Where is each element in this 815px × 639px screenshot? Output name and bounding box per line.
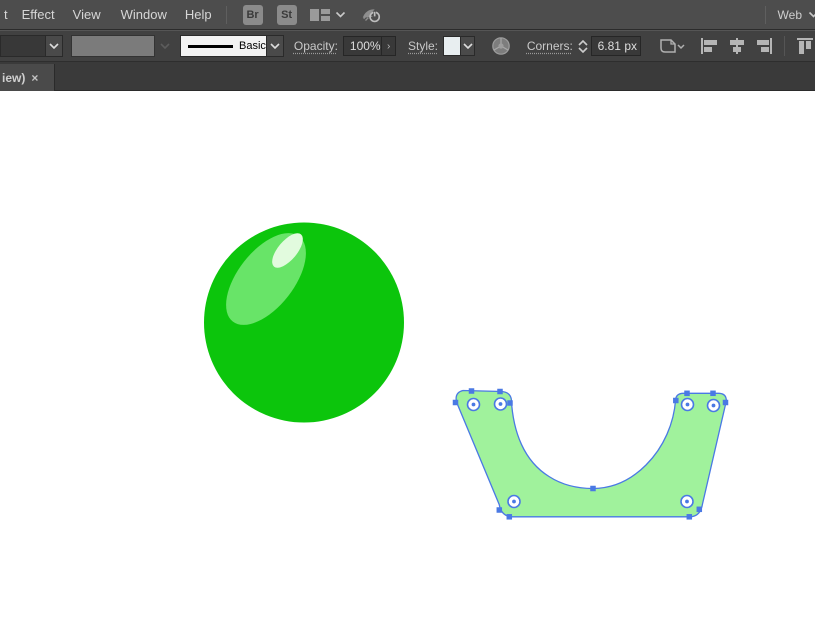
- menubar-separator-right: [765, 6, 766, 24]
- corners-input[interactable]: 6.81 px: [591, 36, 641, 56]
- workspace-switcher[interactable]: Web: [778, 8, 802, 22]
- anchor-point[interactable]: [497, 389, 503, 395]
- brush-name: Basic: [239, 40, 266, 52]
- brush-stroke-preview: [188, 45, 233, 48]
- document-tab-bar: iew) ×: [0, 62, 815, 91]
- style-label[interactable]: Style:: [408, 39, 438, 53]
- menu-bar: t Effect View Window Help Br St Web: [0, 0, 815, 30]
- artboard-canvas[interactable]: [0, 91, 815, 639]
- brush-chevron-icon[interactable]: [267, 35, 284, 57]
- anchor-point[interactable]: [507, 400, 513, 406]
- corner-widget-icon[interactable]: [681, 496, 693, 508]
- brush-definition-dropdown[interactable]: Basic: [180, 35, 284, 57]
- corner-widget-icon[interactable]: [708, 400, 720, 412]
- fill-color-dropdown[interactable]: [0, 35, 63, 57]
- bridge-button[interactable]: Br: [243, 5, 263, 25]
- fill-color-chevron-icon[interactable]: [46, 35, 63, 57]
- stepper-up-icon: [578, 40, 588, 46]
- green-ball-shape[interactable]: [204, 219, 404, 422]
- opacity-label[interactable]: Opacity:: [294, 39, 338, 53]
- arrange-documents-icon[interactable]: [309, 4, 331, 26]
- anchor-point[interactable]: [453, 400, 459, 406]
- anchor-point[interactable]: [673, 398, 679, 404]
- menu-item-effect[interactable]: Effect: [20, 7, 57, 22]
- align-center-icon[interactable]: [727, 35, 747, 57]
- tab-close-icon[interactable]: ×: [31, 71, 38, 85]
- menu-item-window[interactable]: Window: [119, 7, 169, 22]
- opacity-input[interactable]: 100%: [343, 36, 383, 56]
- align-right-icon[interactable]: [755, 35, 775, 57]
- anchor-point[interactable]: [687, 514, 693, 520]
- anchor-point[interactable]: [590, 486, 596, 492]
- corners-label[interactable]: Corners:: [527, 39, 573, 53]
- control-bar: Basic Opacity: 100% › Style: Corners: 6.…: [0, 30, 815, 62]
- anchor-point[interactable]: [497, 507, 503, 513]
- stock-button[interactable]: St: [277, 5, 297, 25]
- corner-widget-icon[interactable]: [508, 496, 520, 508]
- workspace-chevron-icon[interactable]: [808, 11, 815, 18]
- recolor-artwork-icon[interactable]: [491, 35, 511, 57]
- align-left-icon[interactable]: [699, 35, 719, 57]
- anchor-point[interactable]: [710, 391, 716, 397]
- document-tab[interactable]: iew) ×: [0, 64, 55, 91]
- menubar-separator: [226, 6, 227, 24]
- artwork-layer: [0, 91, 815, 639]
- corners-stepper[interactable]: [578, 36, 589, 56]
- anchor-point[interactable]: [697, 507, 703, 513]
- shape-properties-icon[interactable]: [657, 35, 687, 57]
- selected-u-shape[interactable]: [453, 388, 729, 519]
- corner-widget-icon[interactable]: [495, 398, 507, 410]
- arrange-documents-chevron-icon[interactable]: [335, 11, 346, 18]
- gpu-performance-icon[interactable]: [360, 4, 382, 26]
- anchor-point[interactable]: [684, 391, 690, 397]
- menu-item-help[interactable]: Help: [183, 7, 214, 22]
- anchor-point[interactable]: [723, 400, 729, 406]
- stroke-weight-chevron-icon[interactable]: [160, 43, 170, 49]
- stroke-weight-swatch[interactable]: [71, 35, 155, 57]
- anchor-point[interactable]: [507, 514, 513, 520]
- corner-widget-icon[interactable]: [468, 399, 480, 411]
- corner-widget-icon[interactable]: [682, 399, 694, 411]
- stepper-down-icon: [578, 47, 588, 53]
- menu-item-view[interactable]: View: [71, 7, 103, 22]
- menu-item-partial[interactable]: t: [2, 7, 10, 22]
- style-chevron-icon[interactable]: [461, 36, 475, 56]
- anchor-point[interactable]: [469, 388, 475, 394]
- align-top-icon[interactable]: [795, 35, 815, 57]
- opacity-slider-arrow-icon[interactable]: ›: [382, 36, 396, 56]
- style-swatch[interactable]: [443, 36, 461, 56]
- controlbar-separator: [784, 36, 785, 56]
- document-tab-label: iew): [2, 71, 25, 85]
